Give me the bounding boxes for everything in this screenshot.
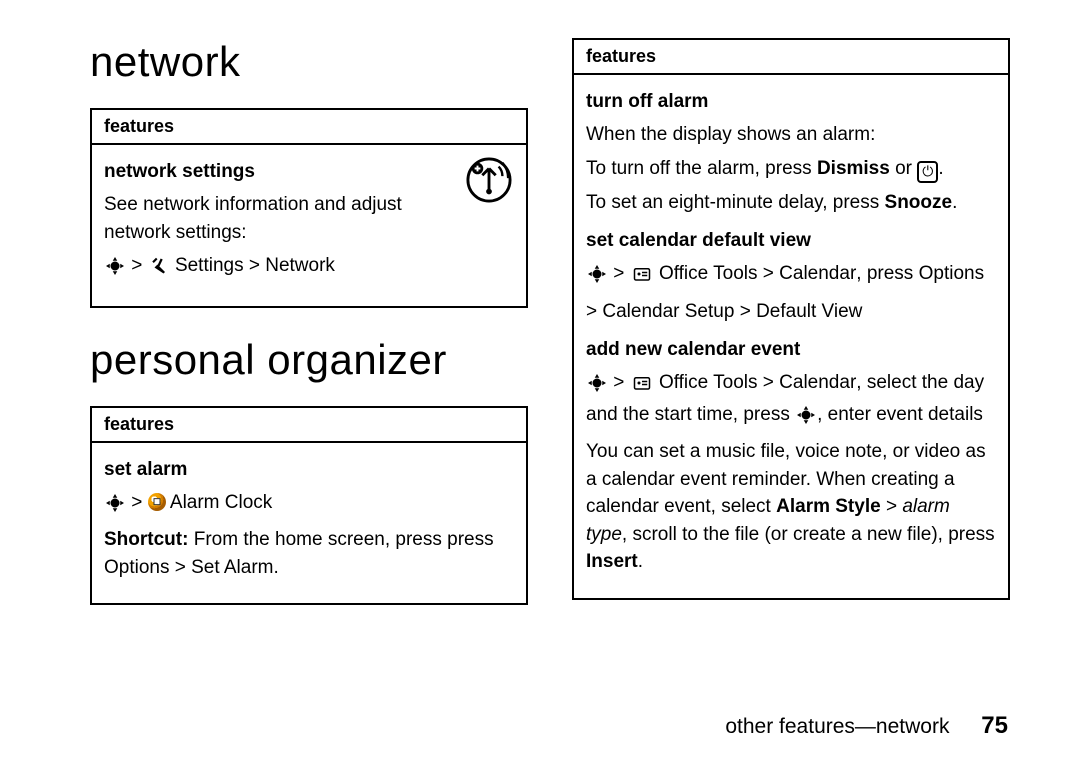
tools-icon bbox=[150, 256, 168, 284]
heading-personal-organizer: personal organizer bbox=[90, 336, 528, 384]
center-key-icon bbox=[106, 493, 124, 521]
features-box-organizer: features set alarm > Alarm Clock Shortcu… bbox=[90, 406, 528, 606]
path-cal-default-view-2: > Calendar Setup > Default View bbox=[586, 298, 996, 326]
subhead-network-settings: network settings bbox=[104, 161, 514, 183]
shortcut-text: Shortcut: From the home screen, press pr… bbox=[104, 526, 514, 581]
subhead-add-event: add new calendar event bbox=[586, 339, 996, 361]
path-set-alarm: > Alarm Clock bbox=[104, 489, 514, 521]
path-cal-default-view: > Office Tools > Calendar, press Options bbox=[586, 260, 996, 292]
box-header: features bbox=[92, 110, 526, 145]
turn-off-line2: To turn off the alarm, press Dismiss or … bbox=[586, 155, 996, 183]
center-key-icon bbox=[588, 373, 606, 401]
subhead-set-alarm: set alarm bbox=[104, 459, 514, 481]
end-key-icon: ⏻ bbox=[917, 161, 938, 183]
subhead-turn-off-alarm: turn off alarm bbox=[586, 91, 996, 113]
alarm-clock-icon bbox=[148, 493, 166, 511]
center-key-icon bbox=[588, 264, 606, 292]
office-tools-icon bbox=[632, 264, 652, 292]
page-footer: other features—network 75 bbox=[725, 712, 1008, 740]
heading-network: network bbox=[90, 38, 528, 86]
box-header: features bbox=[574, 40, 1008, 75]
features-box-right: features turn off alarm When the display… bbox=[572, 38, 1010, 600]
page-number: 75 bbox=[981, 712, 1008, 739]
features-box-network: features network settings See network in… bbox=[90, 108, 528, 308]
path-network-settings: > Settings > Network bbox=[104, 252, 514, 284]
add-event-line: > Office Tools > Calendar, select the da… bbox=[586, 369, 996, 432]
subhead-cal-default-view: set calendar default view bbox=[586, 230, 996, 252]
turn-off-line3: To set an eight-minute delay, press Snoo… bbox=[586, 189, 996, 217]
box-header: features bbox=[92, 408, 526, 443]
center-key-icon bbox=[106, 256, 124, 284]
reminder-paragraph: You can set a music file, voice note, or… bbox=[586, 438, 996, 576]
network-badge-icon bbox=[466, 157, 512, 208]
desc-network-settings: See network information and adjust netwo… bbox=[104, 191, 444, 246]
center-key-icon bbox=[797, 405, 815, 433]
office-tools-icon bbox=[632, 373, 652, 401]
footer-text: other features—network bbox=[725, 715, 949, 738]
turn-off-line1: When the display shows an alarm: bbox=[586, 121, 996, 149]
